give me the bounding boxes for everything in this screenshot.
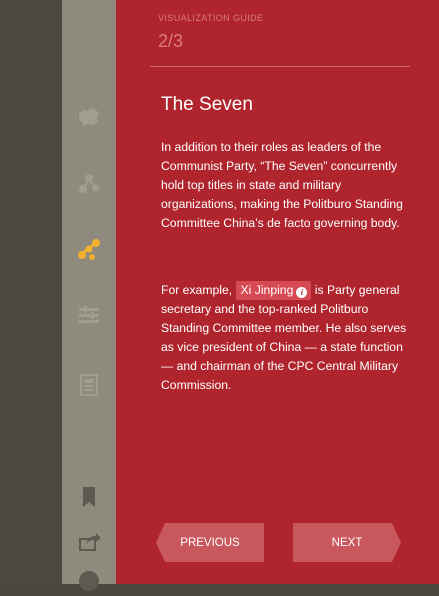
section-title: The Seven: [161, 94, 253, 115]
info-circle-icon[interactable]: [74, 566, 104, 596]
sidebar-rail: [62, 0, 116, 591]
paragraph-two: For example, Xi Jinping i is Party genera…: [161, 281, 407, 395]
share-icon[interactable]: [74, 526, 104, 556]
next-button[interactable]: NEXT: [293, 523, 401, 562]
timeline-icon[interactable]: [74, 300, 104, 330]
divider: [150, 66, 410, 67]
bookmark-icon[interactable]: [74, 482, 104, 512]
step-counter: 2/3: [158, 31, 184, 51]
chip-label: Xi Jinping: [240, 283, 294, 297]
china-map-icon[interactable]: [74, 102, 104, 132]
guide-label: VISUALIZATION GUIDE: [158, 13, 264, 23]
paragraph-two-suffix: is Party general secretary and the top-r…: [161, 283, 407, 392]
paragraph-one: In addition to their roles as leaders of…: [161, 140, 403, 230]
info-icon[interactable]: i: [296, 287, 308, 298]
xi-jinping-chip[interactable]: Xi Jinping i: [235, 281, 312, 300]
hierarchy-icon[interactable]: [74, 234, 104, 264]
network-icon[interactable]: [74, 168, 104, 198]
next-label: NEXT: [331, 536, 363, 549]
guide-panel: VISUALIZATION GUIDE 2/3 The Seven In add…: [116, 0, 439, 584]
previous-label: PREVIOUS: [180, 536, 240, 549]
paragraph-two-prefix: For example,: [161, 283, 236, 297]
previous-button[interactable]: PREVIOUS: [156, 523, 264, 562]
document-icon[interactable]: [74, 370, 104, 400]
left-strip: [0, 0, 62, 584]
